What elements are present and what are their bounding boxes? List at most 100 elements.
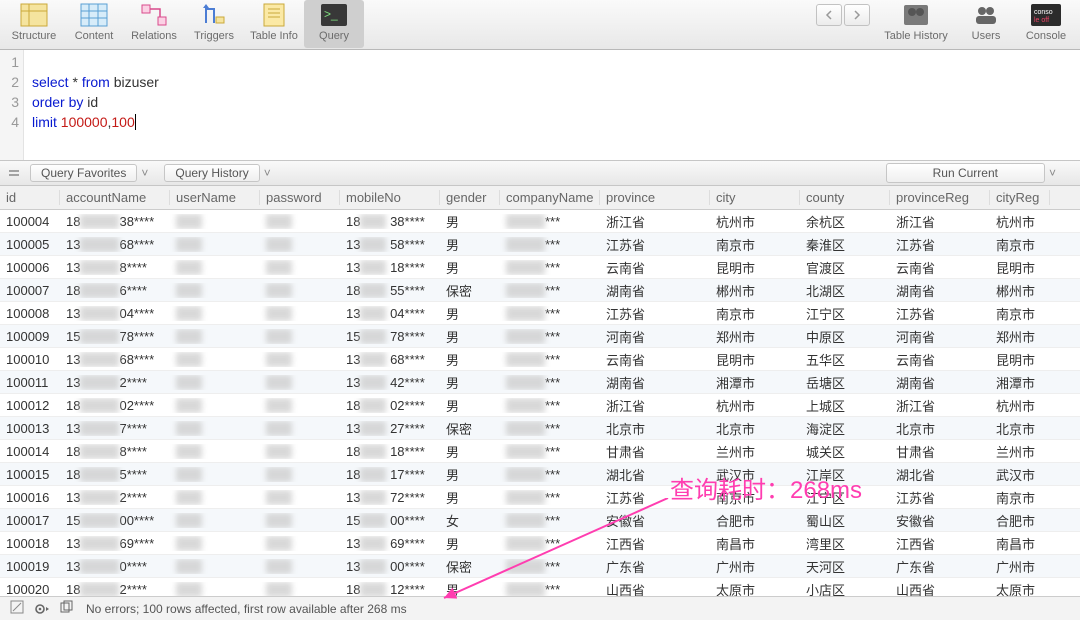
- cell: 蜀山区: [800, 511, 890, 530]
- copy-icon: [60, 600, 76, 614]
- status-text: No errors; 100 rows affected, first row …: [86, 602, 407, 616]
- bottom-left-icon[interactable]: [10, 600, 24, 617]
- cell: 南京市: [710, 488, 800, 507]
- table-info-icon: [259, 2, 289, 28]
- toolbar-relations-button[interactable]: Relations: [124, 0, 184, 48]
- column-header[interactable]: provinceReg: [890, 190, 990, 205]
- results-body: 10000418xxxxxx38****xxxxxxxx18xxxx 38***…: [0, 210, 1080, 601]
- toolbar-query-button[interactable]: >_Query: [304, 0, 364, 48]
- column-header[interactable]: mobileNo: [340, 190, 440, 205]
- column-header[interactable]: companyName: [500, 190, 600, 205]
- column-header[interactable]: city: [710, 190, 800, 205]
- cell: xxxx: [260, 306, 340, 321]
- table-row[interactable]: 10001518xxxxxx5****xxxxxxxx18xxxx 17****…: [0, 463, 1080, 486]
- cell: 18xxxx 12****: [340, 582, 440, 597]
- cell: 昆明市: [990, 258, 1050, 277]
- code-line[interactable]: limit 100000,100: [32, 112, 159, 132]
- cell: 13xxxxxx2****: [60, 490, 170, 505]
- cell: xxxx: [170, 306, 260, 321]
- users-button[interactable]: Users: [956, 0, 1016, 48]
- cell: 18xxxx 17****: [340, 467, 440, 482]
- table-row[interactable]: 10001113xxxxxx2****xxxxxxxx13xxxx 42****…: [0, 371, 1080, 394]
- table-row[interactable]: 10001715xxxxxx00****xxxxxxxx15xxxx 00***…: [0, 509, 1080, 532]
- gear-icon: [34, 602, 50, 616]
- cell: xxxx: [260, 260, 340, 275]
- table-row[interactable]: 10001418xxxxxx8****xxxxxxxx18xxxx 18****…: [0, 440, 1080, 463]
- table-row[interactable]: 10000513xxxxxx68****xxxxxxxx13xxxx 58***…: [0, 233, 1080, 256]
- cell: xxxx: [170, 559, 260, 574]
- cell: 官渡区: [800, 258, 890, 277]
- cell: 北京市: [890, 419, 990, 438]
- nav-back-forward[interactable]: [816, 4, 870, 48]
- column-header[interactable]: gender: [440, 190, 500, 205]
- query-favorites-button[interactable]: Query Favorites: [30, 164, 137, 182]
- code-line[interactable]: order by id: [32, 92, 159, 112]
- cell: 保密: [440, 419, 500, 438]
- table-row[interactable]: 10000813xxxxxx04****xxxxxxxx13xxxx 04***…: [0, 302, 1080, 325]
- toolbar-table-info-button[interactable]: Table Info: [244, 0, 304, 48]
- cell: 18xxxxxx02****: [60, 398, 170, 413]
- column-header[interactable]: province: [600, 190, 710, 205]
- console-button[interactable]: console off Console: [1016, 0, 1076, 48]
- settings-button[interactable]: [34, 601, 50, 616]
- table-row[interactable]: 10001813xxxxxx69****xxxxxxxx13xxxx 69***…: [0, 532, 1080, 555]
- cell: xxxx: [260, 352, 340, 367]
- history-dropdown[interactable]: ˅: [264, 166, 271, 180]
- history-icon: [901, 2, 931, 28]
- table-row[interactable]: 10000915xxxxxx78****xxxxxxxx15xxxx 78***…: [0, 325, 1080, 348]
- cell: xxxxxx***: [500, 559, 600, 574]
- favorites-dropdown[interactable]: ˅: [141, 166, 148, 180]
- cell: 湾里区: [800, 534, 890, 553]
- cell: xxxx: [260, 398, 340, 413]
- cell: xxxx: [170, 490, 260, 505]
- query-icon: >_: [319, 2, 349, 28]
- cell: 18xxxxxx38****: [60, 214, 170, 229]
- cell: 合肥市: [710, 511, 800, 530]
- column-header[interactable]: county: [800, 190, 890, 205]
- run-current-button[interactable]: Run Current: [886, 163, 1045, 183]
- toolbar-triggers-button[interactable]: Triggers: [184, 0, 244, 48]
- cell: xxxxxx***: [500, 306, 600, 321]
- table-row[interactable]: 10001218xxxxxx02****xxxxxxxx18xxxx 02***…: [0, 394, 1080, 417]
- query-history-button[interactable]: Query History: [164, 164, 259, 182]
- copy-button[interactable]: [60, 600, 76, 617]
- cell: 中原区: [800, 327, 890, 346]
- cell: 100005: [0, 237, 60, 252]
- table-row[interactable]: 10001613xxxxxx2****xxxxxxxx13xxxx 72****…: [0, 486, 1080, 509]
- table-history-button[interactable]: Table History: [876, 0, 956, 48]
- cell: 18xxxx 55****: [340, 283, 440, 298]
- column-header[interactable]: id: [0, 190, 60, 205]
- cell: 江宁区: [800, 488, 890, 507]
- nav-forward-button[interactable]: [844, 4, 870, 26]
- expand-button[interactable]: [8, 166, 20, 181]
- table-row[interactable]: 10000718xxxxxx6****xxxxxxxx18xxxx 55****…: [0, 279, 1080, 302]
- status-bar: No errors; 100 rows affected, first row …: [0, 596, 1080, 620]
- table-row[interactable]: 10000613xxxxxx8****xxxxxxxx13xxxx 18****…: [0, 256, 1080, 279]
- run-dropdown[interactable]: ˅: [1049, 166, 1056, 180]
- sql-editor[interactable]: 1234 select * from bizuserorder by idlim…: [0, 50, 1080, 160]
- toolbar-structure-button[interactable]: Structure: [4, 0, 64, 48]
- cell: 郑州市: [710, 327, 800, 346]
- cell: 五华区: [800, 350, 890, 369]
- cell: xxxxxx***: [500, 237, 600, 252]
- cell: 男: [440, 396, 500, 415]
- cell: 湖北省: [890, 465, 990, 484]
- cell: 13xxxx 68****: [340, 352, 440, 367]
- table-row[interactable]: 10001013xxxxxx68****xxxxxxxx13xxxx 68***…: [0, 348, 1080, 371]
- column-header[interactable]: accountName: [60, 190, 170, 205]
- toolbar-content-button[interactable]: Content: [64, 0, 124, 48]
- table-row[interactable]: 10000418xxxxxx38****xxxxxxxx18xxxx 38***…: [0, 210, 1080, 233]
- code-line[interactable]: select * from bizuser: [32, 72, 159, 92]
- table-row[interactable]: 10001313xxxxxx7****xxxxxxxx13xxxx 27****…: [0, 417, 1080, 440]
- nav-back-button[interactable]: [816, 4, 842, 26]
- cell: xxxx: [260, 329, 340, 344]
- table-row[interactable]: 10001913xxxxxx0****xxxxxxxx13xxxx 00****…: [0, 555, 1080, 578]
- column-header[interactable]: password: [260, 190, 340, 205]
- code-line[interactable]: [32, 52, 159, 72]
- cell: 江苏省: [890, 488, 990, 507]
- column-header[interactable]: cityReg: [990, 190, 1050, 205]
- code-area[interactable]: select * from bizuserorder by idlimit 10…: [24, 50, 165, 160]
- cell: 13xxxxxx04****: [60, 306, 170, 321]
- column-header[interactable]: userName: [170, 190, 260, 205]
- cell: 昆明市: [710, 258, 800, 277]
